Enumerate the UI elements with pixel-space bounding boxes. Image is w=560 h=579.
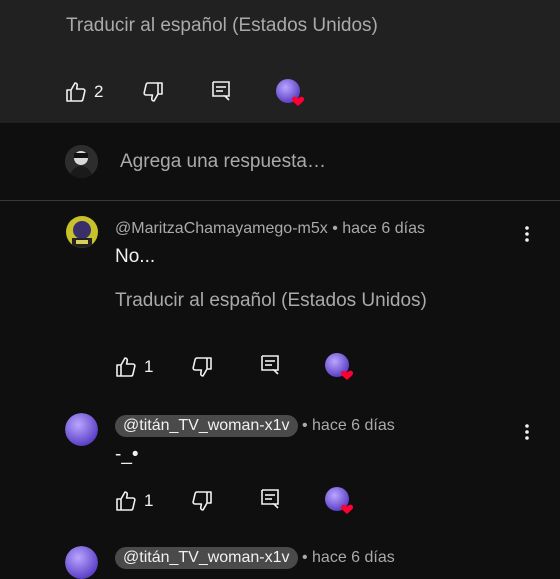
thumb-up-icon [114, 355, 138, 379]
parent-like-count: 2 [94, 82, 104, 101]
reply-1-time: • hace 6 días [332, 220, 425, 237]
reply-3-avatar[interactable] [65, 546, 98, 579]
reply-1-avatar[interactable] [66, 216, 98, 248]
reply-1-creator-heart-badge [325, 353, 354, 380]
thumb-up-icon [64, 80, 88, 104]
reply-1-text: No... [115, 246, 156, 267]
thumb-down-icon [190, 489, 214, 513]
thumb-down-icon [141, 80, 165, 104]
reply-2-like-count: 1 [144, 491, 154, 510]
reply-3-author-chip[interactable]: @titán_TV_woman-x1v [115, 547, 298, 569]
reply-2-like-button[interactable]: 1 [114, 489, 153, 513]
reply-1-reply-button[interactable] [258, 353, 282, 377]
reply-1-header: @MaritzaChamayamego-m5x • hace 6 días [115, 220, 425, 238]
reply-1-dislike-button[interactable] [190, 355, 214, 379]
parent-reply-button[interactable] [209, 79, 233, 103]
reply-2-text: -_• [115, 444, 139, 465]
reply-2-avatar[interactable] [65, 413, 98, 446]
reply-2-reply-button[interactable] [258, 487, 282, 511]
reply-2-time: • hace 6 días [301, 417, 395, 434]
reply-3-header: @titán_TV_woman-x1v • hace 6 días [115, 547, 395, 569]
comment-reply-icon [258, 487, 282, 511]
creator-heart-badge [276, 79, 305, 106]
comment-reply-icon [209, 79, 233, 103]
reply-2-dislike-button[interactable] [190, 489, 214, 513]
reply-1-like-count: 1 [144, 357, 154, 376]
more-vert-icon [515, 424, 539, 448]
thumb-up-icon [114, 489, 138, 513]
reply-2-author-chip[interactable]: @titán_TV_woman-x1v [115, 415, 298, 437]
reply-3-time: • hace 6 días [301, 549, 395, 566]
parent-like-button[interactable]: 2 [64, 80, 103, 104]
parent-translate-link[interactable]: Traducir al español (Estados Unidos) [66, 15, 378, 37]
reply-1-more-button[interactable] [515, 222, 539, 246]
reply-input[interactable]: Agrega una respuesta… [120, 151, 326, 173]
reply-2-more-button[interactable] [515, 420, 539, 444]
parent-dislike-button[interactable] [141, 80, 165, 104]
reply-1-author[interactable]: @MaritzaChamayamego-m5x [115, 220, 328, 237]
reply-2-header: @titán_TV_woman-x1v • hace 6 días [115, 415, 395, 437]
thumb-down-icon [190, 355, 214, 379]
reply-1-like-button[interactable]: 1 [114, 355, 153, 379]
current-user-avatar [65, 145, 98, 178]
more-vert-icon [515, 226, 539, 250]
reply-1-translate-link[interactable]: Traducir al español (Estados Unidos) [115, 290, 427, 312]
comment-reply-icon [258, 353, 282, 377]
reply-2-creator-heart-badge [325, 487, 354, 514]
